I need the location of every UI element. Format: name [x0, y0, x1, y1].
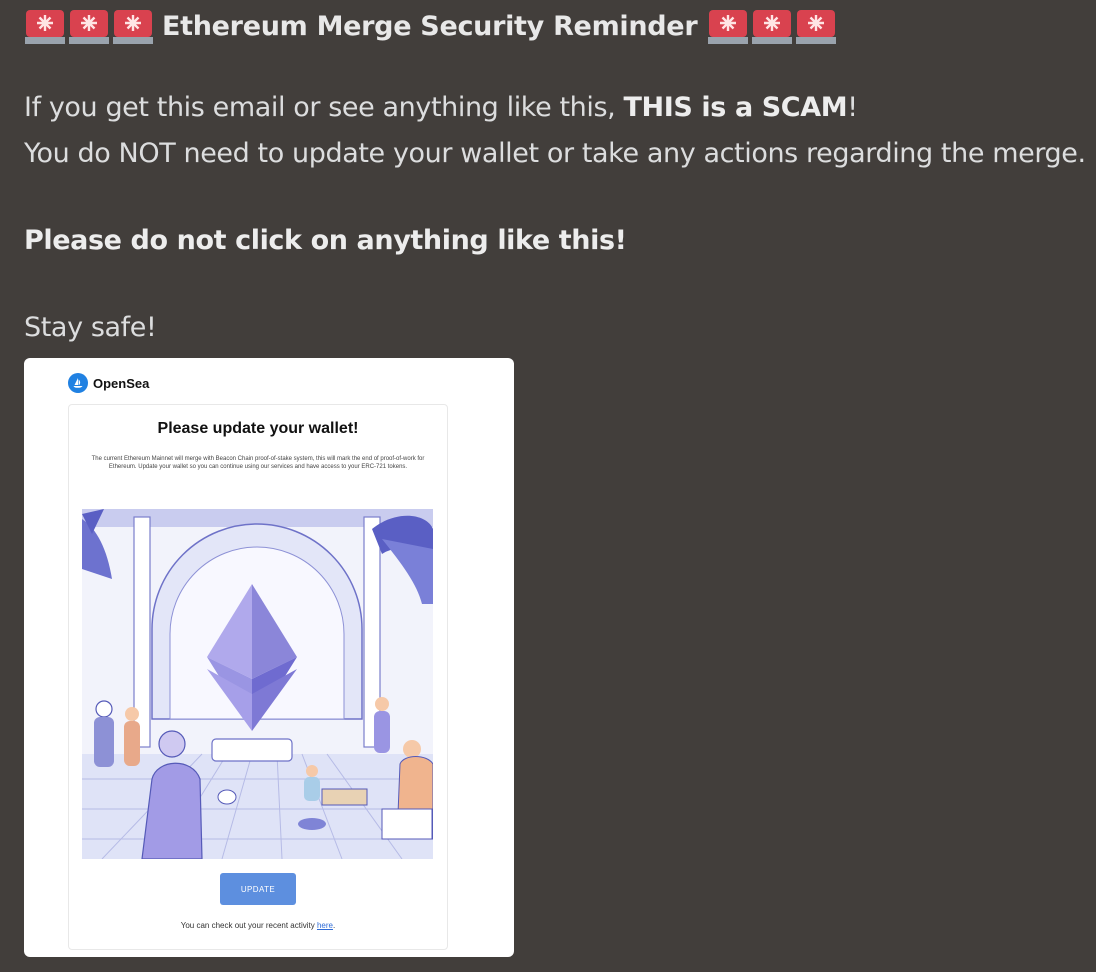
footer-here-link[interactable]: here — [317, 921, 333, 930]
siren-emoji-group-left — [24, 5, 154, 47]
message-bold-text: THIS is a SCAM — [623, 92, 848, 123]
rotating-light-icon — [69, 10, 109, 44]
message-line-do-not-click: Please do not click on anything like thi… — [24, 225, 627, 256]
message-line-no-update: You do NOT need to update your wallet or… — [24, 138, 1086, 169]
email-footer: You can check out your recent activity h… — [69, 921, 447, 930]
ethereum-merge-illustration — [82, 509, 433, 859]
email-heading: Please update your wallet! — [157, 420, 359, 437]
footer-text: You can check out your recent activity — [180, 921, 317, 930]
message-title-row: Ethereum Merge Security Reminder — [24, 4, 837, 48]
email-body-text: The current Ethereum Mainnet will merge … — [91, 456, 425, 470]
opensea-logo-icon — [68, 373, 88, 393]
rotating-light-icon — [796, 10, 837, 44]
brand-name: OpenSea — [93, 375, 150, 391]
siren-emoji-group-right — [707, 5, 837, 47]
rotating-light-icon — [708, 10, 749, 44]
message-title: Ethereum Merge Security Reminder — [162, 10, 698, 42]
rotating-light-icon — [752, 10, 793, 44]
scam-email-screenshot-attachment[interactable]: OpenSea Please update your wallet! The c… — [24, 358, 514, 957]
message-text: If you get this email or see anything li… — [24, 92, 624, 123]
message-line-scam-warning: If you get this email or see anything li… — [24, 92, 858, 123]
rotating-light-icon — [113, 10, 153, 44]
email-content-box: Please update your wallet! The current E… — [68, 404, 448, 950]
message-line-stay-safe: Stay safe! — [24, 312, 157, 343]
footer-period: . — [333, 921, 336, 930]
message-text: ! — [847, 92, 858, 123]
rotating-light-icon — [25, 10, 65, 44]
update-button[interactable]: UPDATE — [220, 873, 296, 905]
opensea-brand: OpenSea — [68, 373, 149, 393]
